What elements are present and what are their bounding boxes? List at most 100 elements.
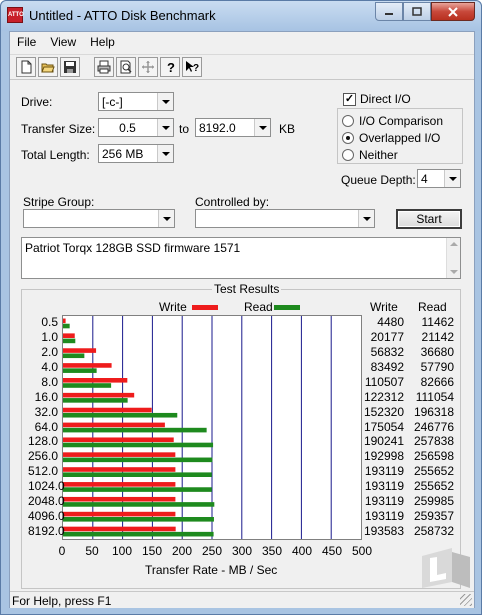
write-value: 193119 xyxy=(364,493,404,508)
kb-label: KB xyxy=(279,122,296,136)
write-bar xyxy=(63,452,176,457)
neither-radio[interactable] xyxy=(342,149,354,161)
read-value: 246776 xyxy=(413,419,454,434)
read-value: 21142 xyxy=(421,330,454,345)
io-comparison-radio[interactable] xyxy=(342,115,354,127)
chevron-down-icon[interactable] xyxy=(157,145,173,162)
total-length-label: Total Length: xyxy=(21,148,90,162)
chevron-down-icon[interactable] xyxy=(157,93,173,110)
scroll-up-icon[interactable] xyxy=(450,242,458,246)
write-value: 56832 xyxy=(370,345,404,360)
read-bar xyxy=(63,517,214,522)
help-icon: ? xyxy=(167,60,175,74)
save-icon xyxy=(64,61,76,73)
write-bar xyxy=(63,348,97,353)
atto-app-icon[interactable]: ATTO xyxy=(7,7,24,23)
write-value: 192998 xyxy=(363,449,404,464)
queue-depth-label: Queue Depth: xyxy=(341,173,416,187)
write-value: 193119 xyxy=(364,508,404,523)
write-bar xyxy=(63,363,112,368)
open-icon xyxy=(41,63,55,73)
move-button[interactable] xyxy=(138,57,158,77)
chevron-down-icon[interactable] xyxy=(358,210,374,227)
overlapped-io-label[interactable]: Overlapped I/O xyxy=(359,131,440,145)
overlapped-io-radio[interactable] xyxy=(342,132,354,144)
transfer-size-to-select[interactable]: 8192.0 xyxy=(195,118,271,137)
read-bar xyxy=(63,457,213,463)
read-value: 255652 xyxy=(413,478,454,493)
drive-select[interactable]: [-c-] xyxy=(98,92,174,111)
stripe-group-select[interactable] xyxy=(23,209,175,228)
controlled-by-select[interactable] xyxy=(195,209,375,228)
y-tick-label: 64.0 xyxy=(34,419,58,434)
legend-write-label: Write xyxy=(159,300,187,314)
direct-io-checkbox[interactable]: ✓ xyxy=(343,93,356,106)
maximize-button[interactable] xyxy=(403,2,431,21)
menu-help[interactable]: Help xyxy=(83,35,122,49)
y-tick-label: 256.0 xyxy=(28,449,59,464)
neither-label[interactable]: Neither xyxy=(359,148,398,162)
resize-grip-icon[interactable] xyxy=(460,594,472,606)
chevron-down-icon[interactable] xyxy=(444,170,460,187)
chevron-down-icon[interactable] xyxy=(157,119,173,136)
scroll-down-icon[interactable] xyxy=(450,270,458,274)
description-scrollbar[interactable] xyxy=(446,238,460,278)
write-value: 4480 xyxy=(377,315,404,330)
context-help-button[interactable]: ? xyxy=(182,57,202,77)
new-button[interactable] xyxy=(16,57,36,77)
print-button[interactable] xyxy=(94,57,114,77)
write-value: 122312 xyxy=(363,389,404,404)
print-icon xyxy=(97,60,111,74)
to-label: to xyxy=(179,122,190,136)
start-button[interactable]: Start xyxy=(396,209,462,229)
write-bar xyxy=(63,467,176,472)
write-bar xyxy=(63,526,176,532)
y-tick-label: 4096.0 xyxy=(28,508,65,523)
test-results-group: Test Results Write Read Write Read 0.5 1.… xyxy=(21,282,461,589)
read-bar xyxy=(63,502,215,507)
queue-depth-select[interactable]: 4 xyxy=(417,169,461,188)
read-bar xyxy=(63,442,214,448)
chevron-down-icon[interactable] xyxy=(254,119,270,136)
read-bar xyxy=(63,472,212,477)
menu-view[interactable]: View xyxy=(43,35,83,49)
menu-file[interactable]: File xyxy=(10,35,43,49)
read-bar xyxy=(63,323,70,329)
read-bar xyxy=(63,412,178,418)
transfer-size-from-select[interactable]: 0.5 xyxy=(98,118,174,137)
write-bar xyxy=(63,407,152,413)
close-button[interactable] xyxy=(431,2,475,21)
write-bar xyxy=(63,392,135,398)
y-tick-label: 1024.0 xyxy=(28,478,65,493)
description-field[interactable]: Patriot Torqx 128GB SSD firmware 1571 xyxy=(21,237,461,279)
y-tick-label: 8192.0 xyxy=(28,523,65,538)
write-value: 193583 xyxy=(363,523,404,538)
status-bar: For Help, press F1 xyxy=(10,591,474,608)
write-bar xyxy=(63,378,128,383)
print-preview-button[interactable] xyxy=(116,57,136,77)
status-text: For Help, press F1 xyxy=(12,594,112,608)
read-value: 82666 xyxy=(420,374,454,389)
read-value: 196318 xyxy=(413,404,454,419)
chevron-down-icon[interactable] xyxy=(158,210,174,227)
y-tick-label: 32.0 xyxy=(34,404,58,419)
io-comparison-label[interactable]: I/O Comparison xyxy=(359,114,443,128)
new-icon xyxy=(21,60,32,74)
help-button[interactable]: ? xyxy=(160,57,180,77)
total-length-select[interactable]: 256 MB xyxy=(98,144,174,163)
save-button[interactable] xyxy=(60,57,80,77)
y-tick-label: 512.0 xyxy=(28,464,59,479)
read-bar xyxy=(63,383,112,388)
total-length-value: 256 MB xyxy=(102,147,144,161)
open-button[interactable] xyxy=(38,57,58,77)
x-tick-label: 50 xyxy=(85,544,99,558)
minimize-button[interactable] xyxy=(375,2,403,21)
read-bar xyxy=(63,427,207,433)
x-tick-label: 350 xyxy=(261,544,283,558)
queue-depth-value: 4 xyxy=(421,172,428,186)
title-bar[interactable]: ATTO Untitled - ATTO Disk Benchmark xyxy=(1,1,481,31)
direct-io-label[interactable]: Direct I/O xyxy=(360,92,411,106)
drive-label: Drive: xyxy=(21,95,53,109)
close-icon xyxy=(448,6,458,17)
read-bar xyxy=(63,398,128,403)
